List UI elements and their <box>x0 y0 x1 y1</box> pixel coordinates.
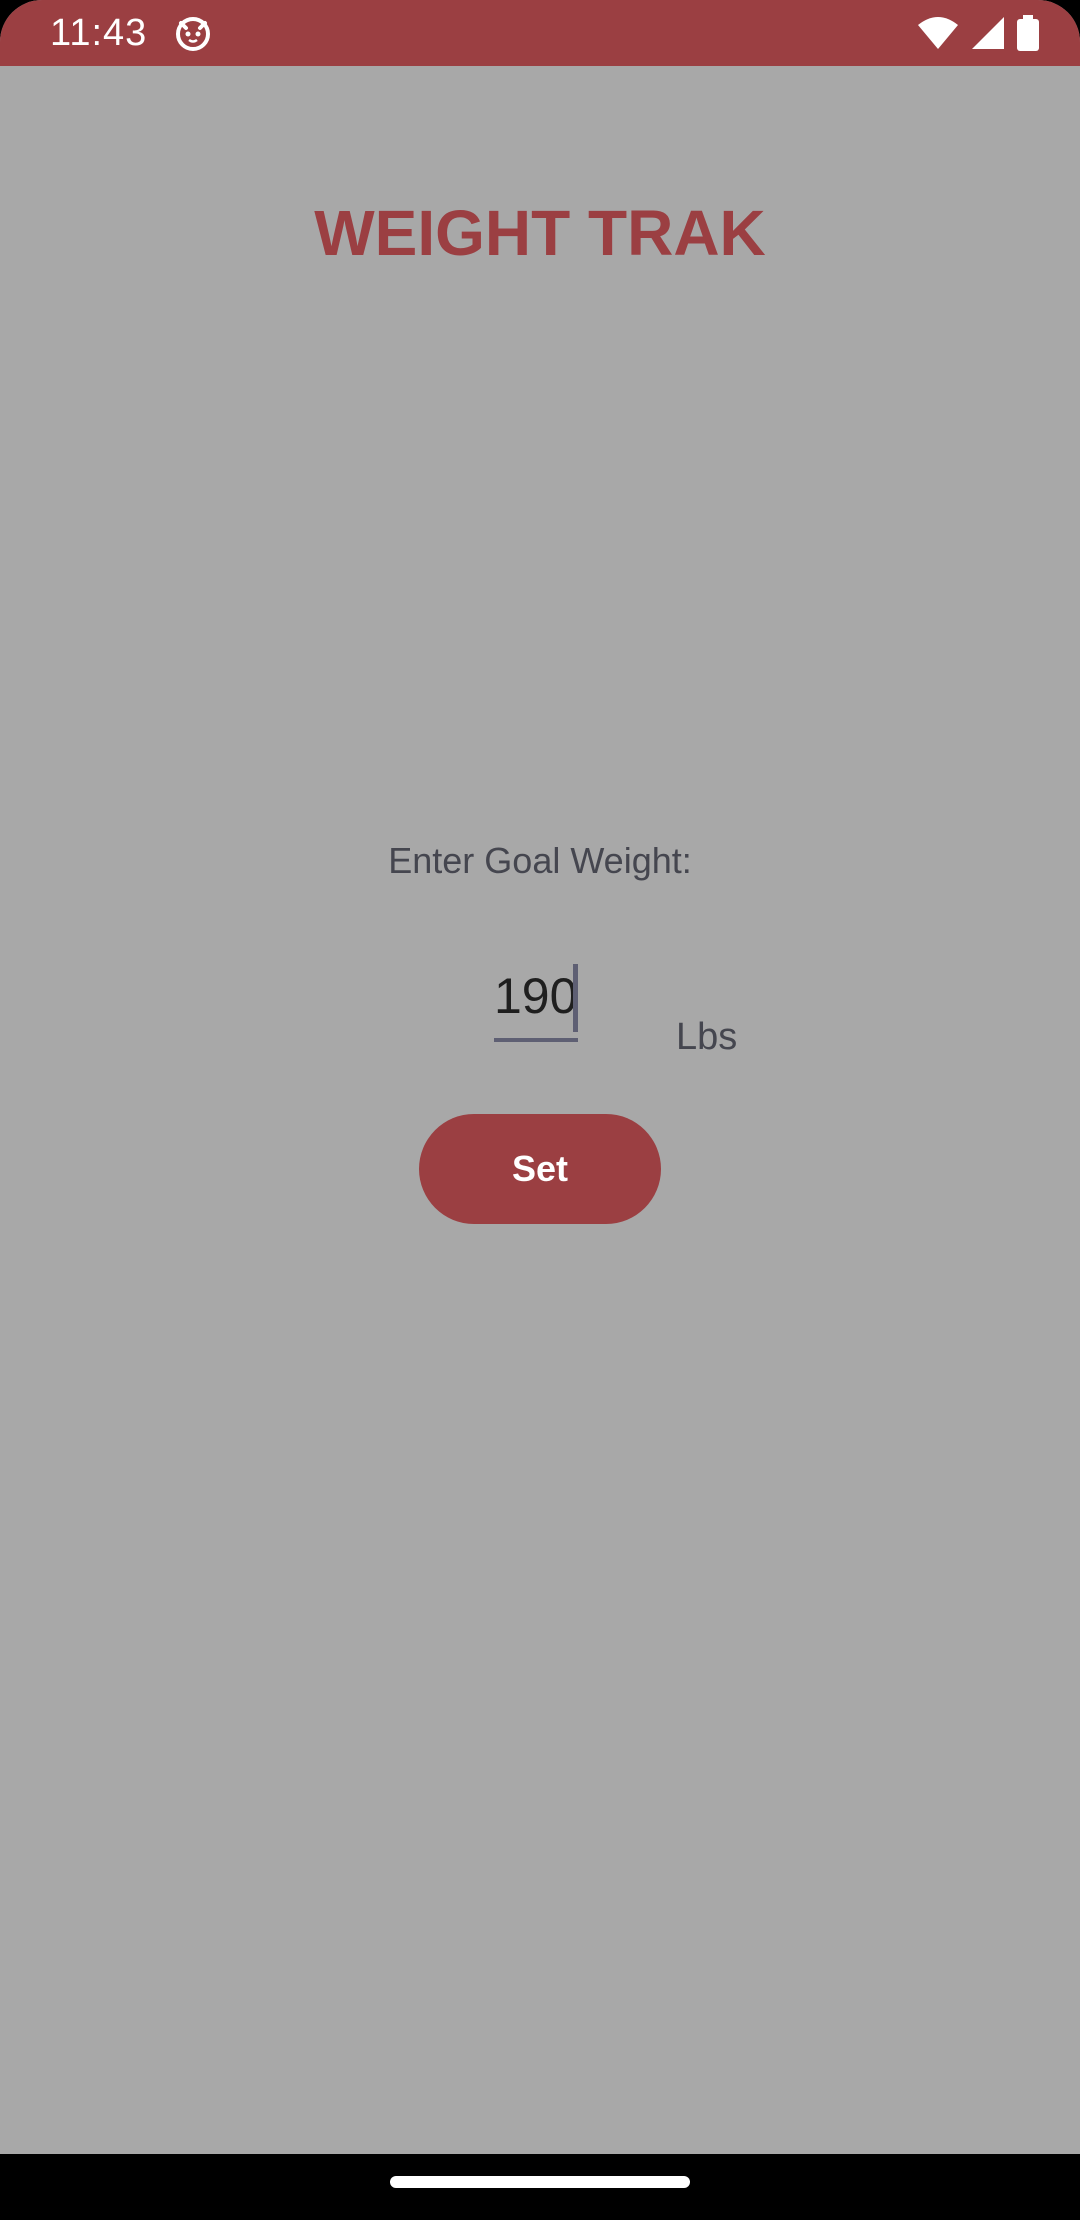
wifi-icon <box>918 17 958 49</box>
status-icons <box>916 14 1040 52</box>
text-cursor <box>573 964 578 1032</box>
goal-weight-label: Enter Goal Weight: <box>388 840 692 881</box>
home-indicator[interactable] <box>390 2176 690 2188</box>
cellular-signal-icon <box>972 17 1004 49</box>
status-bar: 11:43 <box>0 0 1080 66</box>
battery-icon <box>1017 15 1039 51</box>
goal-weight-value: 190 <box>494 968 578 1024</box>
app-title: WEIGHT TRAK <box>314 197 766 269</box>
cat-face-icon <box>176 17 210 51</box>
app-screen: 11:43 WEIGHT TRAK Enter Goal Weight: 190 <box>0 0 1080 2220</box>
navigation-bar <box>0 2154 1080 2220</box>
unit-label: Lbs <box>676 1016 738 1058</box>
set-button[interactable]: Set <box>419 1114 661 1224</box>
status-time: 11:43 <box>50 12 148 54</box>
goal-weight-input[interactable]: 190 <box>494 960 578 1042</box>
